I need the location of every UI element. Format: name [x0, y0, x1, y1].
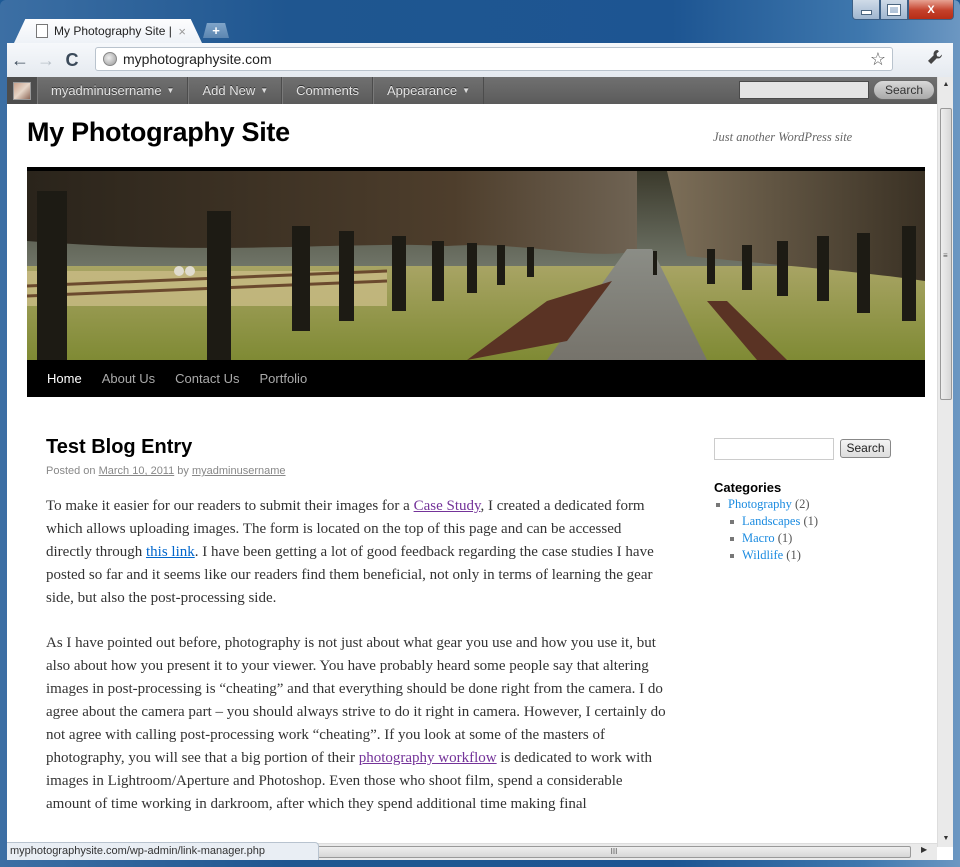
caret-down-icon: ▼: [260, 86, 269, 95]
address-bar[interactable]: myphotographysite.com ☆: [95, 47, 893, 71]
new-tab-button[interactable]: +: [203, 23, 229, 38]
category-count: (1): [786, 548, 801, 562]
category-item: Photography (2): [714, 496, 818, 513]
adminbar-item-user[interactable]: myadminusername ▼: [37, 77, 189, 104]
window-controls: X: [852, 0, 954, 20]
category-count: (2): [795, 497, 810, 511]
nav-item-portfolio[interactable]: Portfolio: [249, 371, 317, 386]
post-meta: Posted on March 10, 2011 by myadminusern…: [46, 465, 286, 477]
close-icon: X: [927, 3, 935, 16]
adminbar-search-button[interactable]: Search: [873, 80, 935, 100]
categories-list: Photography (2) Landscapes (1) Macro (1)…: [714, 496, 818, 564]
category-link-wildlife[interactable]: Wildlife: [742, 548, 783, 562]
post-title[interactable]: Test Blog Entry: [46, 436, 192, 459]
close-window-button[interactable]: X: [908, 0, 954, 20]
reload-button[interactable]: C: [59, 50, 85, 71]
adminbar-item-appearance[interactable]: Appearance ▼: [373, 77, 485, 104]
minimize-button[interactable]: [852, 0, 880, 20]
category-item: Landscapes (1): [714, 513, 818, 530]
page-viewport: myadminusername ▼ Add New ▼ Comments Appea…: [7, 77, 953, 860]
browser-toolbar: ← → C myphotographysite.com ☆: [7, 43, 953, 77]
category-link-photography[interactable]: Photography: [728, 497, 792, 511]
adminbar-item-add-new[interactable]: Add New ▼: [188, 77, 283, 104]
category-link-macro[interactable]: Macro: [742, 531, 775, 545]
text: As I have pointed out before, photograph…: [46, 635, 666, 766]
post-author-link[interactable]: myadminusername: [192, 465, 286, 477]
status-bar-url: myphotographysite.com/wp-admin/link-mana…: [7, 842, 319, 860]
avatar[interactable]: [13, 81, 31, 100]
forward-button[interactable]: →: [33, 50, 59, 71]
post-content: To make it easier for our readers to sub…: [46, 495, 666, 838]
minimize-icon: [860, 10, 872, 15]
category-count: (1): [803, 514, 819, 528]
horizontal-scroll-thumb[interactable]: III: [317, 846, 911, 858]
url-text[interactable]: myphotographysite.com: [123, 51, 870, 67]
grip-icon: ≡: [943, 251, 948, 260]
categories-heading: Categories: [714, 480, 782, 495]
adminbar-search-input[interactable]: [739, 81, 869, 99]
wp-admin-bar: myadminusername ▼ Add New ▼ Comments Appea…: [7, 77, 937, 104]
text: To make it easier for our readers to sub…: [46, 498, 414, 514]
adminbar-item-label: Appearance: [387, 83, 458, 98]
this-link-link[interactable]: this link: [146, 544, 195, 560]
main-navigation: Home About Us Contact Us Portfolio: [27, 360, 925, 397]
caret-down-icon: ▼: [166, 86, 175, 95]
tab-close-icon[interactable]: ×: [178, 24, 186, 39]
meta-by: by: [177, 465, 189, 477]
sidebar-search-button[interactable]: Search: [840, 439, 891, 458]
back-button[interactable]: ←: [7, 50, 33, 71]
site-title[interactable]: My Photography Site: [27, 117, 290, 148]
adminbar-item-label: myadminusername: [51, 83, 162, 98]
browser-tab[interactable]: My Photography Site | Ju... ×: [14, 19, 202, 43]
paragraph: To make it easier for our readers to sub…: [46, 495, 666, 610]
browser-window: X My Photography Site | Ju... × + ← → C …: [0, 0, 960, 867]
page-icon: [36, 24, 48, 38]
vertical-scrollbar[interactable]: ▲ ≡ ▼: [937, 77, 953, 847]
bookmark-star-icon[interactable]: ☆: [870, 49, 886, 70]
vertical-scroll-thumb[interactable]: ≡: [940, 108, 952, 400]
category-count: (1): [777, 531, 793, 545]
category-item: Macro (1): [714, 530, 818, 547]
paragraph: As I have pointed out before, photograph…: [46, 632, 666, 816]
sidebar-search-input[interactable]: [714, 438, 834, 460]
tree-lined-path-photo: [27, 171, 925, 360]
nav-item-contact-us[interactable]: Contact Us: [165, 371, 249, 386]
globe-icon: [103, 52, 117, 66]
nav-item-home[interactable]: Home: [37, 371, 92, 386]
case-study-link[interactable]: Case Study: [414, 498, 481, 514]
wrench-icon[interactable]: [927, 49, 943, 70]
adminbar-item-comments[interactable]: Comments: [282, 77, 373, 104]
scroll-right-arrow-icon[interactable]: ▶: [921, 845, 927, 854]
admin-avatar-wrap[interactable]: [7, 77, 37, 104]
category-link-landscapes[interactable]: Landscapes: [742, 514, 800, 528]
site-description: Just another WordPress site: [713, 130, 853, 144]
adminbar-item-label: Comments: [296, 83, 359, 98]
maximize-icon: [887, 3, 901, 16]
maximize-button[interactable]: [880, 0, 908, 20]
scroll-down-arrow-icon[interactable]: ▼: [938, 831, 953, 847]
meta-prefix: Posted on: [46, 465, 96, 477]
photography-workflow-link[interactable]: photography workflow: [359, 750, 497, 766]
scroll-up-arrow-icon[interactable]: ▲: [938, 77, 953, 93]
tab-title: My Photography Site | Ju...: [54, 24, 174, 38]
caret-down-icon: ▼: [462, 86, 471, 95]
nav-item-about-us[interactable]: About Us: [92, 371, 165, 386]
adminbar-item-label: Add New: [202, 83, 256, 98]
category-item: Wildlife (1): [714, 547, 818, 564]
post-date-link[interactable]: March 10, 2011: [99, 465, 175, 477]
header-image: [27, 167, 925, 360]
